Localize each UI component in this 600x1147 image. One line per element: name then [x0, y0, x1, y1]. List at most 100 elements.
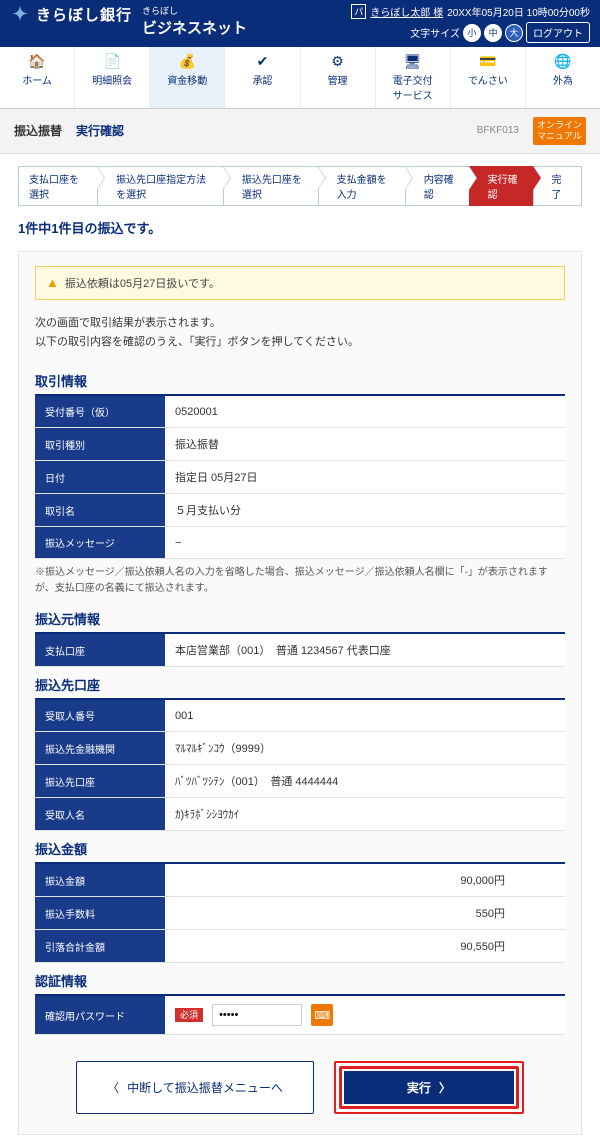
online-manual-button[interactable]: オンラインマニュアル [533, 117, 586, 145]
transfer-count-title: 1件中1件目の振込です。 [18, 218, 582, 237]
login-datetime: 20XX年05月20日 10時00分00秒 [447, 4, 590, 19]
nav-item-7[interactable]: 🌐外為 [526, 47, 600, 108]
row-key: 取引名 [35, 494, 165, 527]
step-3: 支払金額を入力 [318, 166, 405, 206]
app-header: ✦ きらぼし銀行 きらぼし ビジネスネット パ きらぼし太郎 様 20XX年05… [0, 0, 600, 47]
nav-item-1[interactable]: 📄 明細照会 [75, 47, 150, 108]
desc-line1: 次の画面で取引結果が表示されます。 [35, 314, 565, 334]
nav-label: 管理 [328, 76, 348, 87]
nav-icon: 📄 [77, 53, 147, 70]
action-buttons: 〈 中断して振込振替メニューへ 実行 〉 [35, 1055, 565, 1120]
execute-button[interactable]: 実行 〉 [339, 1066, 519, 1109]
pwd-cell: 必須 ⌨ [165, 996, 565, 1035]
nav-label: ホーム [22, 76, 52, 87]
row-key: 日付 [35, 461, 165, 494]
fontsize-large-button[interactable]: 大 [505, 24, 523, 42]
back-label: 中断して振込振替メニューへ [127, 1079, 283, 1096]
nav-icon: 🏠 [2, 53, 72, 70]
user-name-link[interactable]: きらぼし太郎 様 [370, 4, 443, 19]
pwd-label: 確認用パスワード [35, 996, 165, 1035]
row-key: 振込先口座 [35, 765, 165, 798]
trade-info-table: 受付番号（仮）0520001取引種別振込振替日付指定日 05月27日取引名５月支… [35, 396, 565, 559]
row-val: ﾏﾙﾏﾙｷﾞﾝｺｳ（9999） [165, 732, 565, 765]
page-subtitle: 実行確認 [76, 122, 124, 139]
brand-small: きらぼし [142, 4, 247, 17]
nav-item-5[interactable]: 🖥 電子交付サービス [376, 47, 451, 108]
required-badge: 必須 [175, 1008, 203, 1022]
row-val: 90,550円 [165, 930, 565, 963]
nav-label: 資金移動 [167, 76, 207, 87]
step-5: 実行確認 [469, 166, 533, 206]
cancel-back-button[interactable]: 〈 中断して振込振替メニューへ [76, 1061, 314, 1114]
nav-icon: ⚙ [303, 53, 373, 70]
fontsize-mid-button[interactable]: 中 [484, 24, 502, 42]
date-alert: ▲ 振込依頼は05月27日扱いです。 [35, 266, 565, 300]
chevron-right-icon: 〉 [439, 1079, 451, 1096]
row-val: 本店営業部（001） 普通 1234567 代表口座 [165, 634, 565, 667]
row-val: ﾊﾞﾂﾊﾞﾂｼﾃﾝ（001） 普通 4444444 [165, 765, 565, 798]
step-2: 振込先口座を選択 [223, 166, 318, 206]
step-0: 支払口座を選択 [18, 166, 97, 206]
step-1: 振込先口座指定方法を選択 [97, 166, 223, 206]
desc-line2: 以下の取引内容を確認のうえ、「実行」ボタンを押してください。 [35, 333, 565, 353]
row-key: 受付番号（仮） [35, 396, 165, 428]
nav-label: 外為 [553, 76, 573, 87]
nav-label: 電子交付サービス [393, 76, 433, 102]
to-info-table: 受取人番号001振込先金融機関ﾏﾙﾏﾙｷﾞﾝｺｳ（9999）振込先口座ﾊﾞﾂﾊﾞ… [35, 700, 565, 831]
row-key: 振込メッセージ [35, 527, 165, 559]
nav-label: 明細照会 [92, 76, 132, 87]
step-4: 内容確認 [405, 166, 469, 206]
software-keyboard-button[interactable]: ⌨ [311, 1004, 333, 1026]
row-key: 支払口座 [35, 634, 165, 667]
nav-label: でんさい [468, 76, 508, 87]
nav-item-3[interactable]: ✔承認 [225, 47, 300, 108]
bank-name: きらぼし銀行 [36, 4, 132, 25]
row-key: 振込先金融機関 [35, 732, 165, 765]
row-key: 振込金額 [35, 864, 165, 897]
brand-sub: きらぼし ビジネスネット [142, 4, 247, 44]
nav-icon: 🖥 [378, 53, 448, 70]
row-val: 001 [165, 700, 565, 732]
fontsize-small-button[interactable]: 小 [463, 24, 481, 42]
row-val: 振込振替 [165, 428, 565, 461]
row-key: 取引種別 [35, 428, 165, 461]
warning-icon: ▲ [46, 275, 59, 290]
alert-text: 振込依頼は05月27日扱いです。 [65, 275, 220, 291]
page-title-bar: 振込振替 実行確認 BFKF013 オンラインマニュアル [0, 109, 600, 154]
nav-item-4[interactable]: ⚙ 管理 [301, 47, 376, 108]
instruction-text: 次の画面で取引結果が表示されます。 以下の取引内容を確認のうえ、「実行」ボタンを… [35, 314, 565, 354]
form-box: ▲ 振込依頼は05月27日扱いです。 次の画面で取引結果が表示されます。 以下の… [18, 251, 582, 1136]
amount-info-table: 振込金額90,000円振込手数料550円引落合計金額90,550円 [35, 864, 565, 963]
from-info-table: 支払口座本店営業部（001） 普通 1234567 代表口座 [35, 634, 565, 667]
row-val: 550円 [165, 897, 565, 930]
logout-button[interactable]: ログアウト [526, 22, 590, 43]
row-val: ｶ)ｷﾗﾎﾞｼｼﾖｳｶｲ [165, 798, 565, 831]
row-val: ５月支払い分 [165, 494, 565, 527]
nav-icon: 💰 [152, 53, 222, 70]
bank-logo: ✦ きらぼし銀行 [10, 4, 132, 31]
chevron-left-icon: 〈 [107, 1079, 119, 1096]
row-key: 振込手数料 [35, 897, 165, 930]
row-val: 90,000円 [165, 864, 565, 897]
row-val: 指定日 05月27日 [165, 461, 565, 494]
section-title-trade: 取引情報 [35, 371, 565, 396]
confirm-password-input[interactable] [212, 1004, 302, 1026]
nav-item-2[interactable]: 💰 資金移動 [150, 47, 225, 108]
logo-mark-icon: ✦ [10, 5, 30, 25]
nav-item-6[interactable]: 💳 でんさい [451, 47, 526, 108]
row-val: 0520001 [165, 396, 565, 428]
section-title-amount: 振込金額 [35, 839, 565, 864]
exec-label: 実行 [407, 1079, 431, 1096]
page-category: 振込振替 [14, 122, 62, 139]
auth-table: 確認用パスワード 必須 ⌨ [35, 996, 565, 1035]
tp-badge: パ [351, 4, 366, 19]
section-title-from: 振込元情報 [35, 609, 565, 634]
main-nav: 🏠 ホーム 📄 明細照会 💰 資金移動 ✔承認⚙ 管理 🖥 電子交付サービス 💳 でんさい 🌐外為 [0, 47, 600, 109]
page-code: BFKF013 [477, 125, 519, 136]
fontsize-controls: 文字サイズ 小 中 大 ログアウト [410, 22, 590, 43]
brand-big: ビジネスネット [142, 17, 247, 38]
fontsize-label: 文字サイズ [410, 25, 460, 40]
nav-icon: 💳 [453, 53, 523, 70]
nav-item-0[interactable]: 🏠 ホーム [0, 47, 75, 108]
nav-icon: ✔ [227, 53, 297, 70]
